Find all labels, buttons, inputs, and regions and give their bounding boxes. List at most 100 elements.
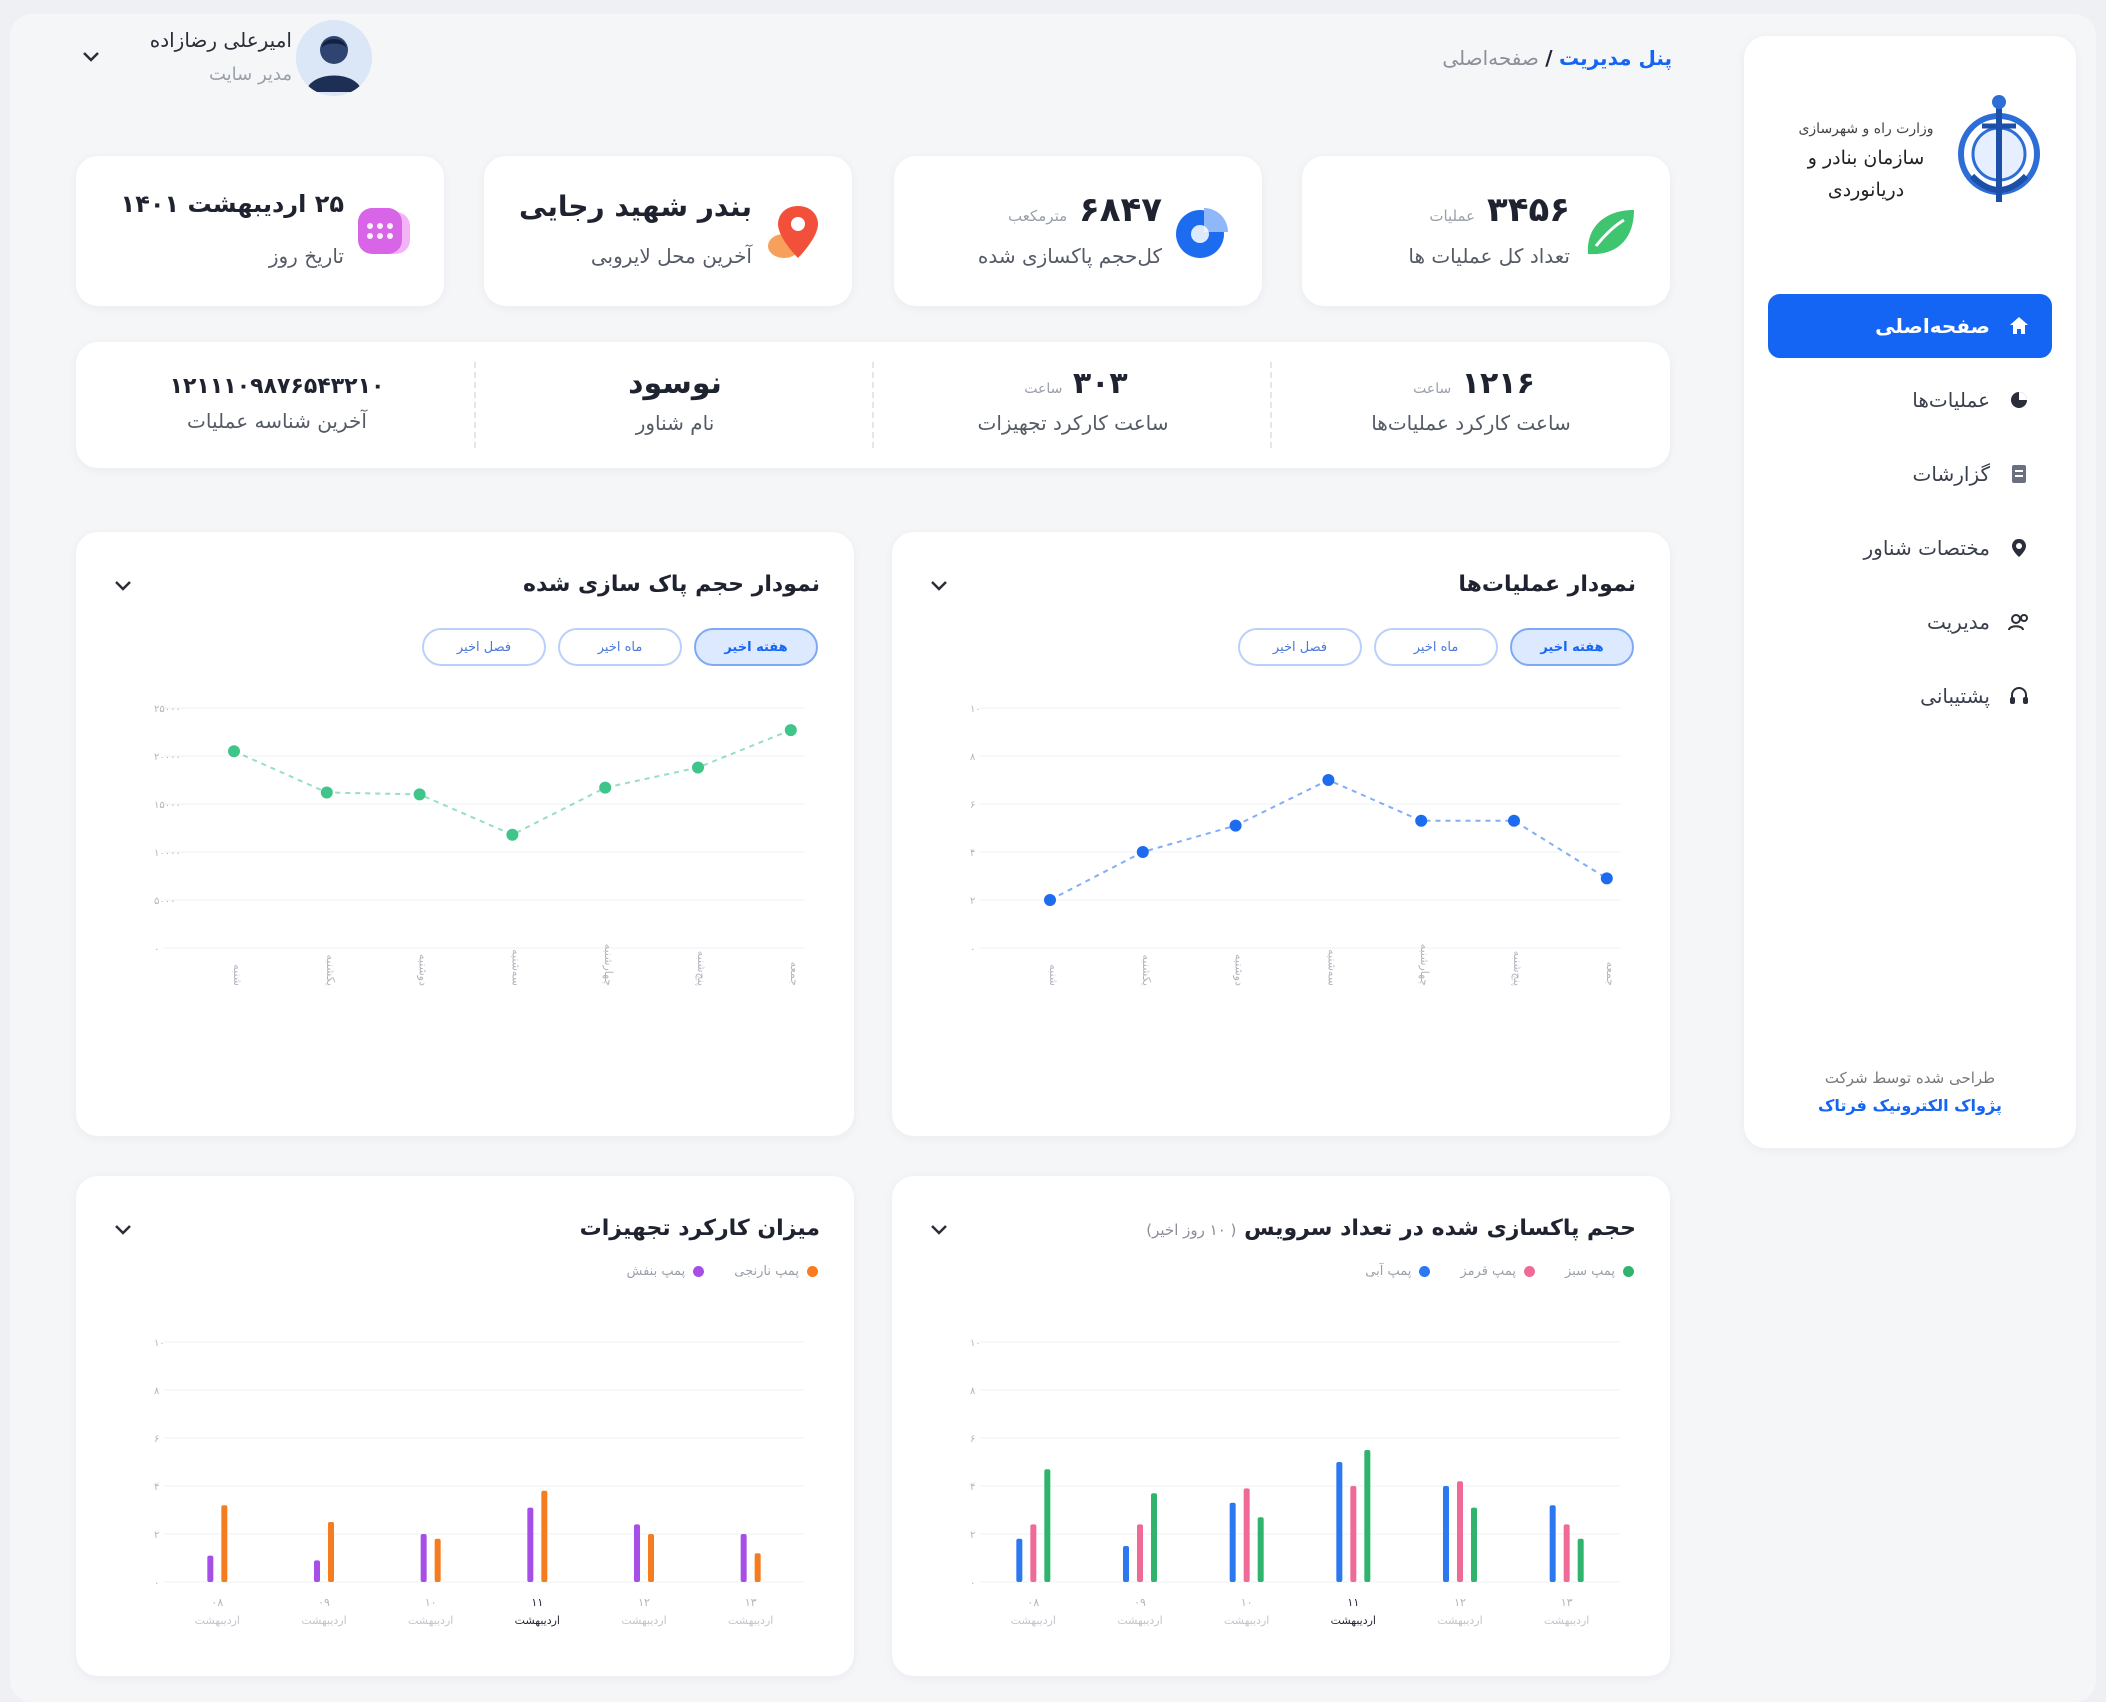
x-tick-label: ۱۱	[531, 1596, 543, 1609]
filter-last-season[interactable]: فصل اخیر	[1238, 628, 1362, 666]
data-point	[413, 788, 426, 801]
x-tick-sublabel: اردیبهشت	[1011, 1614, 1056, 1627]
x-tick-sublabel: اردیبهشت	[621, 1614, 666, 1627]
breadcrumb-root[interactable]: پنل مدیریت	[1559, 46, 1672, 70]
info-value: ۱۲۱۶ ساعت	[1413, 366, 1535, 401]
filter-last-week[interactable]: هفته اخیر	[1510, 628, 1634, 666]
sidebar-item-reports[interactable]: گزارشات	[1768, 442, 2052, 506]
y-tick-label: ۶	[154, 1434, 159, 1445]
chart-legend: پمپ سبز پمپ قرمز پمپ آبی	[1365, 1264, 1634, 1279]
data-point	[1229, 819, 1242, 832]
y-tick-label: ۲۰۰۰۰	[154, 752, 181, 763]
x-tick-label: ۰۹	[318, 1596, 330, 1609]
series-line	[1049, 778, 1608, 901]
data-point	[1044, 894, 1056, 906]
stat-label: تاریخ روز	[268, 244, 344, 268]
x-tick-label: یکشنبه	[1140, 955, 1153, 987]
y-tick-label: ۵۰۰۰	[154, 896, 175, 907]
data-point	[1415, 814, 1428, 827]
filter-last-month[interactable]: ماه اخیر	[558, 628, 682, 666]
logo-ministry-name: وزارت راه و شهرسازی	[1798, 121, 1934, 137]
x-tick-label: دوشنبه	[1233, 954, 1246, 986]
stat-card-cleaned-volume: ۶۸۴۷ مترمکعب کل‌حجم پاکسازی شده	[894, 156, 1262, 306]
bar	[207, 1555, 214, 1582]
y-tick-label: ۱۰	[970, 1338, 981, 1349]
chevron-down-icon[interactable]	[106, 1212, 140, 1246]
bar	[740, 1534, 747, 1582]
x-tick-label: ۱۲	[638, 1596, 650, 1609]
bar	[314, 1560, 320, 1582]
summary-info-bar: ۱۲۱۶ ساعت ساعت کارکرد عملیات‌ها ۳۰۳ ساعت…	[76, 342, 1670, 468]
y-tick-label: ۰	[970, 944, 975, 955]
data-point	[1322, 774, 1335, 786]
info-equipment-hours: ۳۰۳ ساعت ساعت کارکرد تجهیزات	[874, 356, 1272, 454]
y-tick-label: ۲	[970, 896, 975, 907]
legend-dot	[1419, 1266, 1431, 1277]
equipment-bar-chart: ۰ ۲ ۴ ۶ ۸ ۱۰ ۰۸ اردیبهشت ۰۹ اردیبهشت ۱۰ اردیبهشت ۱۱ ا…	[104, 1312, 826, 1656]
bar	[1030, 1524, 1037, 1582]
legend-item-purple-pump[interactable]: پمپ بنفش	[627, 1264, 705, 1279]
legend-item-red-pump[interactable]: پمپ قرمز	[1460, 1264, 1535, 1279]
info-vessel-name: نوسود نام شناور	[476, 356, 874, 454]
stat-unit: مترمکعب	[1008, 207, 1068, 225]
sidebar-item-vessel-coordinates[interactable]: مختصات شناور	[1768, 516, 2052, 580]
x-tick-label: شنبه	[1047, 964, 1060, 986]
document-icon	[2006, 461, 2032, 487]
x-tick-label: سه‌شنبه	[509, 949, 522, 986]
filter-last-month[interactable]: ماه اخیر	[1374, 628, 1498, 666]
sidebar-item-label: عملیات‌ها	[1912, 388, 1990, 412]
chevron-down-icon[interactable]	[106, 568, 140, 602]
chevron-down-icon[interactable]	[78, 44, 104, 70]
sidebar-item-home[interactable]: صفحه‌اصلی	[1768, 294, 2052, 358]
chevron-down-icon[interactable]	[922, 568, 956, 602]
legend-item-orange-pump[interactable]: پمپ نارنجی	[734, 1264, 818, 1279]
x-tick-label: ۱۱	[1347, 1596, 1359, 1609]
chevron-down-icon[interactable]	[922, 1212, 956, 1246]
anchor-emblem-icon	[1958, 95, 2040, 202]
credit-text: طراحی شده توسط شرکت	[1824, 1069, 1996, 1087]
user-menu[interactable]: امیرعلی رضازاده مدیر سایت	[72, 18, 392, 102]
x-tick-label: شنبه	[231, 964, 244, 986]
user-name: امیرعلی رضازاده	[149, 28, 292, 52]
bar	[1471, 1507, 1477, 1582]
sidebar-item-operations[interactable]: عملیات‌ها	[1768, 368, 2052, 432]
operations-line-chart: ۰ ۲ ۴ ۶ ۸ ۱۰ شنبه یکشنبه دوشنبه سه‌شنبه چهارشنبه پن…	[920, 678, 1642, 1128]
sidebar-nav: صفحه‌اصلی عملیات‌ها گزارشات مختصات شناور…	[1768, 294, 2052, 738]
organization-logo: وزارت راه و شهرسازی سازمان بنادر و دریان…	[1778, 92, 2048, 222]
bar	[1336, 1462, 1343, 1582]
sidebar-item-label: گزارشات	[1912, 462, 1990, 486]
legend-item-blue-pump[interactable]: پمپ آبی	[1365, 1264, 1431, 1279]
filter-last-season[interactable]: فصل اخیر	[422, 628, 546, 666]
info-value: ۳۰۳ ساعت	[1024, 366, 1128, 401]
info-label: ساعت کارکرد تجهیزات	[977, 411, 1169, 435]
sidebar-item-support[interactable]: پشتیبانی	[1768, 664, 2052, 728]
pie-chart-icon	[1176, 208, 1228, 258]
stat-card-today-date: ۲۵ اردیبهشت ۱۴۰۱ تاریخ روز	[76, 156, 444, 306]
stat-value: ۳۴۵۶ عملیات	[1429, 190, 1570, 230]
y-tick-label: ۱۰	[154, 1338, 165, 1349]
x-tick-label: یکشنبه	[324, 955, 337, 987]
data-point	[1508, 814, 1520, 827]
x-tick-label: سه‌شنبه	[1325, 949, 1338, 986]
x-tick-sublabel: اردیبهشت	[408, 1614, 453, 1627]
bar	[634, 1524, 640, 1582]
logo-text: وزارت راه و شهرسازی سازمان بنادر و دریان…	[1778, 118, 1954, 206]
y-tick-label: ۴	[154, 1482, 159, 1493]
x-tick-label: ۰۹	[1134, 1596, 1146, 1609]
bar	[328, 1522, 334, 1582]
filter-last-week[interactable]: هفته اخیر	[694, 628, 818, 666]
x-tick-label: ۱۲	[1454, 1596, 1466, 1609]
y-tick-label: ۰	[154, 944, 159, 955]
y-tick-label: ۸	[154, 1386, 160, 1397]
sidebar-item-management[interactable]: مدیریت	[1768, 590, 2052, 654]
credit-company-link[interactable]: پژواک الکترونیک فرتاک	[1744, 1092, 2076, 1119]
x-tick-sublabel: اردیبهشت	[1544, 1614, 1589, 1627]
info-operations-hours: ۱۲۱۶ ساعت ساعت کارکرد عملیات‌ها	[1272, 356, 1670, 454]
bar	[1044, 1469, 1051, 1582]
legend-item-green-pump[interactable]: پمپ سبز	[1565, 1264, 1634, 1279]
bar	[541, 1490, 548, 1582]
sidebar-item-label: پشتیبانی	[1920, 684, 1990, 708]
data-point	[320, 786, 333, 799]
bar	[1549, 1505, 1556, 1582]
avatar[interactable]	[296, 20, 372, 96]
